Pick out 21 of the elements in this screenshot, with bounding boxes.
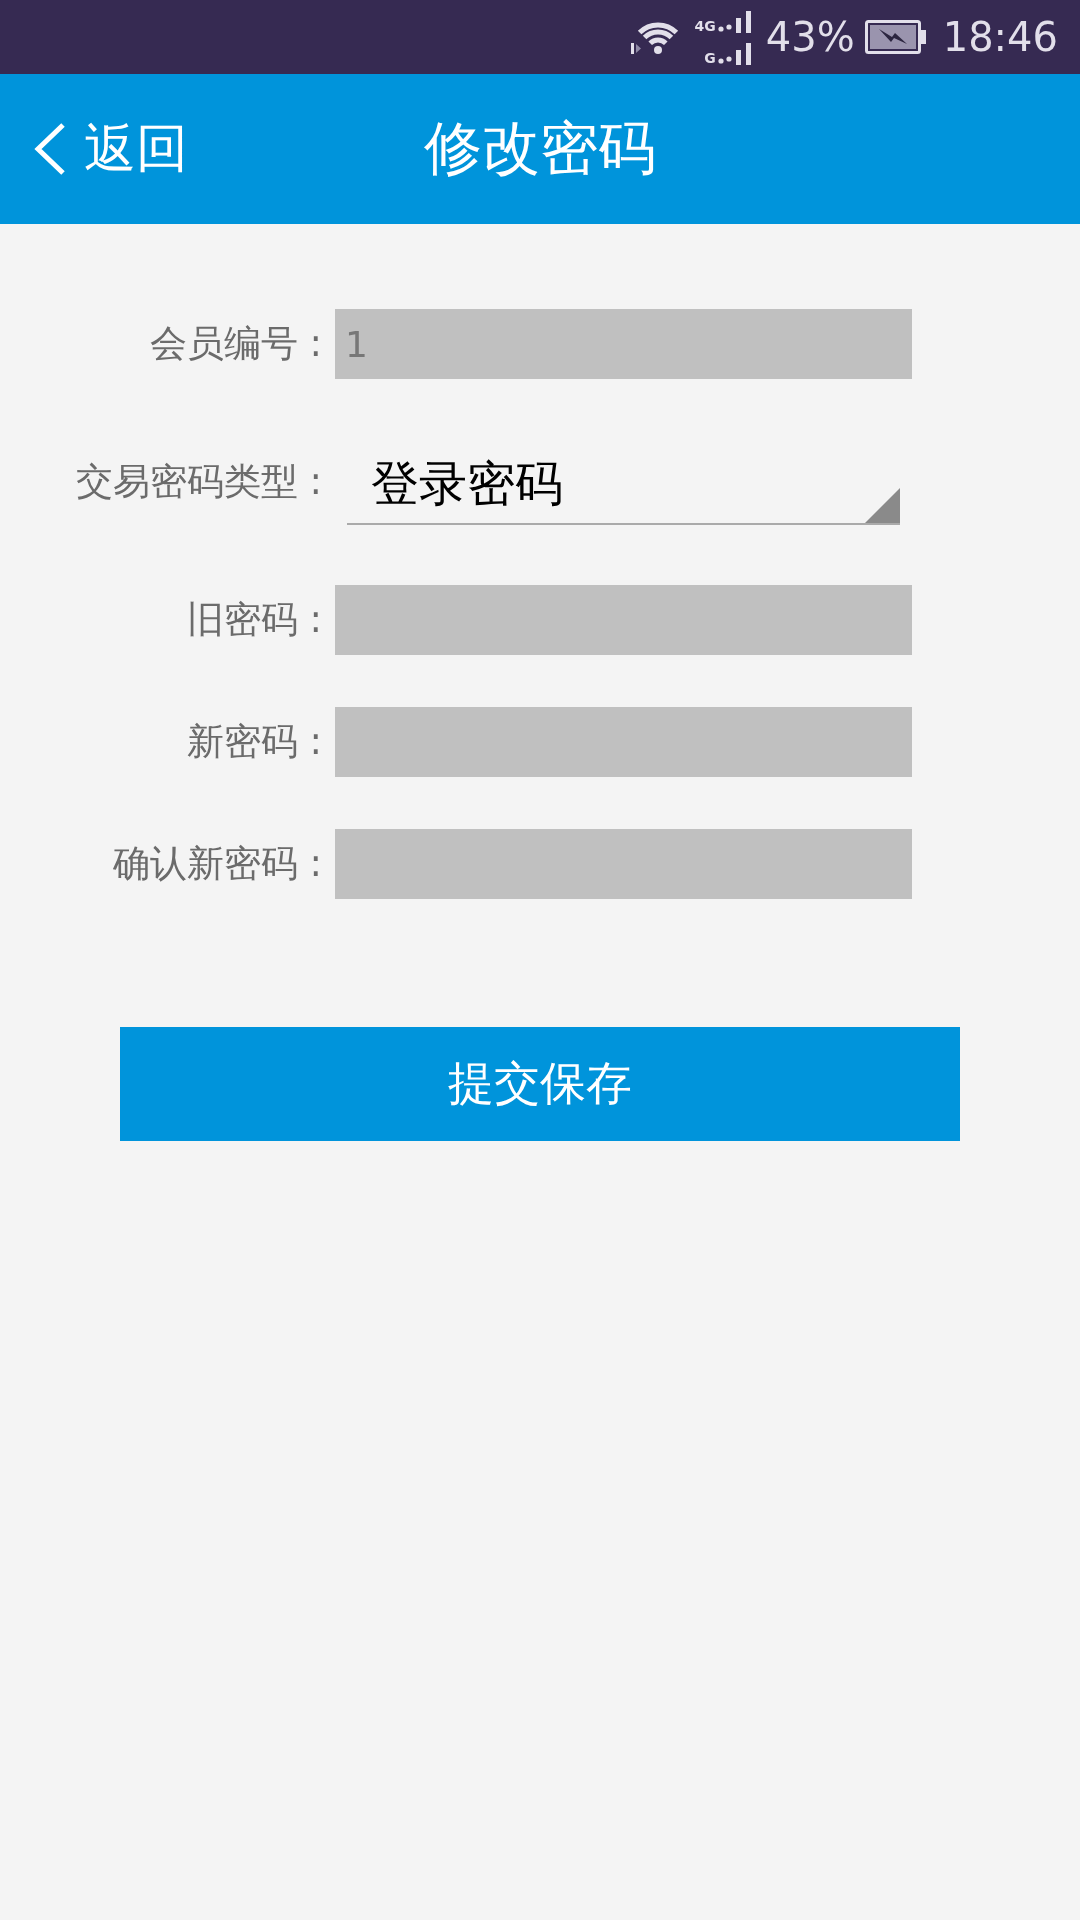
field-label: 会员编号 : [148, 321, 322, 367]
submit-button[interactable]: 提交保存 [120, 1027, 960, 1141]
network-label: G [703, 51, 716, 65]
field-label: 交易密码类型 : [74, 459, 322, 505]
field-label: 确认新密码 : [111, 841, 322, 887]
battery-charging-icon [864, 20, 927, 54]
dropdown-corner-icon [865, 488, 900, 523]
input-field[interactable] [335, 707, 912, 777]
network-label: 4G [693, 19, 716, 33]
dropdown[interactable]: 登录密码 [347, 445, 900, 525]
input-field[interactable] [335, 829, 912, 899]
clock: 18:46 [942, 15, 1058, 59]
battery-percent: 43% [765, 15, 855, 59]
field-label: 旧密码 : [185, 597, 322, 643]
signal-bars-icon [717, 11, 752, 33]
field-label: 新密码 : [185, 719, 322, 765]
input-field[interactable] [335, 585, 912, 655]
back-button[interactable]: 返回 [0, 114, 188, 184]
page-title: 修改密码 [424, 113, 656, 184]
input-field[interactable]: 1 [335, 309, 912, 379]
signal-bars-icon [717, 43, 752, 65]
